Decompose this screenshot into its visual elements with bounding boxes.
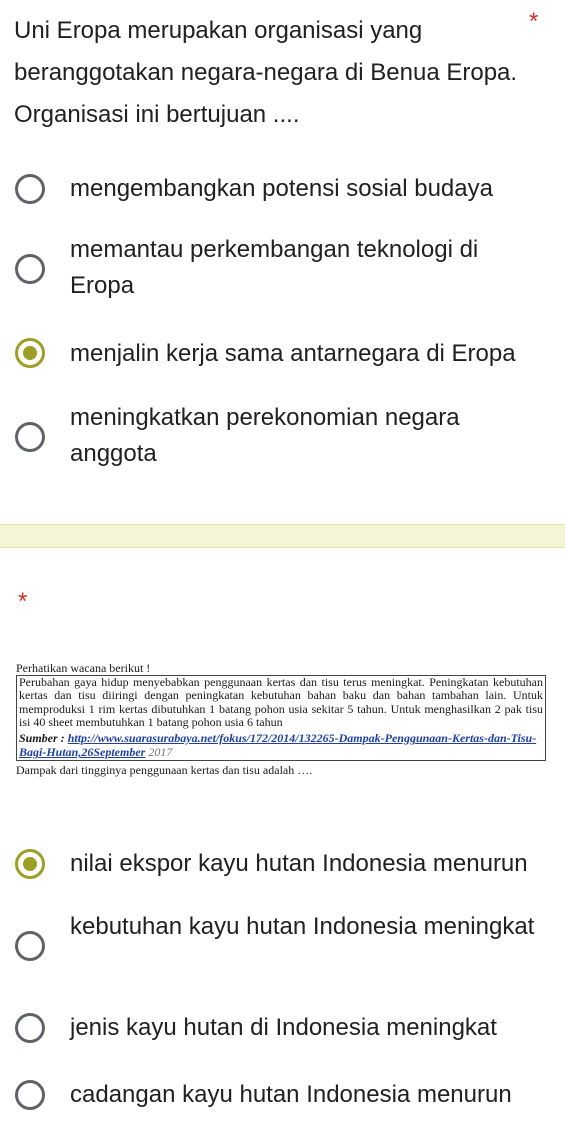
required-asterisk: * [529, 8, 539, 35]
passage-image: Perhatikan wacana berikut ! Perubahan ga… [16, 661, 546, 777]
passage-box: Perubahan gaya hidup menyebabkan penggun… [16, 675, 546, 762]
option-label: cadangan kayu hutan Indonesia menurun [70, 1081, 512, 1108]
option-label: mengembangkan potensi sosial budaya [70, 175, 493, 202]
radio-option-3[interactable]: menjalin kerja sama antarnegara di Eropa [0, 334, 565, 374]
option-label: nilai ekspor kayu hutan Indonesia menuru… [70, 850, 528, 877]
passage-source: Sumber : http://www.suarasurabaya.net/fo… [19, 731, 543, 759]
radio-button[interactable] [15, 1080, 45, 1110]
radio-option-q2-2[interactable]: kebutuhan kayu hutan Indonesia meningkat [0, 907, 565, 983]
option-label: jenis kayu hutan di Indonesia meningkat [70, 1014, 497, 1041]
radio-button[interactable] [15, 174, 45, 204]
radio-button-selected[interactable] [15, 849, 45, 879]
radio-option-q2-3[interactable]: jenis kayu hutan di Indonesia meningkat [0, 1008, 565, 1048]
passage-text: Perubahan gaya hidup menyebabkan penggun… [19, 675, 543, 729]
radio-option-4[interactable]: meningkatkan perekonomian negara anggota [0, 398, 565, 474]
option-label: meningkatkan perekonomian negara anggota [70, 404, 460, 467]
question-card-1: Uni Eropa merupakan organisasi yang bera… [0, 0, 565, 524]
radio-button[interactable] [15, 254, 45, 284]
source-link: http://www.suarasurabaya.net/fokus/172/2… [19, 731, 537, 760]
radio-option-q2-1[interactable]: nilai ekspor kayu hutan Indonesia menuru… [0, 844, 565, 884]
option-label: menjalin kerja sama antarnegara di Eropa [70, 340, 516, 367]
radio-option-q2-4[interactable]: cadangan kayu hutan Indonesia menurun [0, 1075, 565, 1115]
passage-intro: Perhatikan wacana berikut ! [16, 661, 151, 675]
option-label: kebutuhan kayu hutan Indonesia meningkat [70, 913, 535, 940]
radio-option-1[interactable]: mengembangkan potensi sosial budaya [0, 169, 565, 209]
option-label: memantau perkembangan teknologi di Eropa [70, 236, 479, 299]
radio-button[interactable] [15, 422, 45, 452]
source-year: 2017 [148, 745, 173, 760]
question-title: Uni Eropa merupakan organisasi yang bera… [14, 17, 518, 128]
required-asterisk: * [18, 588, 28, 615]
radio-button[interactable] [15, 1013, 45, 1043]
radio-button[interactable] [15, 931, 45, 961]
source-label: Sumber : [19, 731, 65, 746]
radio-button-selected[interactable] [15, 338, 45, 368]
section-divider [0, 524, 565, 548]
radio-option-2[interactable]: memantau perkembangan teknologi di Eropa [0, 230, 565, 306]
passage-question: Dampak dari tingginya penggunaan kertas … [16, 763, 313, 778]
